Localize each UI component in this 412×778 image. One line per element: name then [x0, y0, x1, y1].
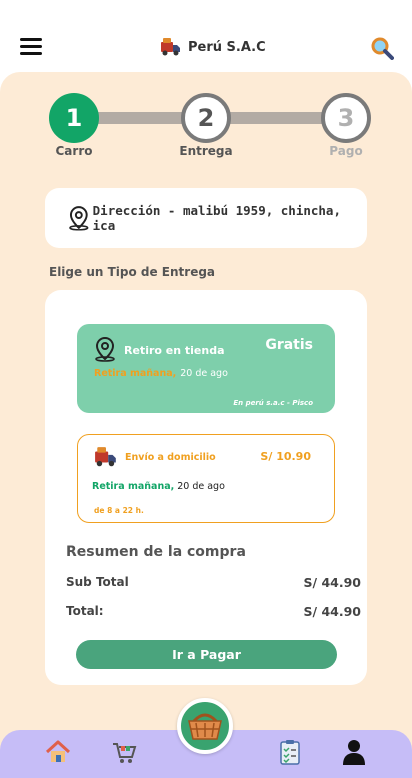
store-pickup-option[interactable]: Retiro en tienda Gratis Retira mañana, 20…: [77, 324, 335, 413]
delivery-truck-icon: [95, 447, 116, 467]
total-value: S/ 44.90: [303, 604, 361, 619]
step-2-label: Entrega: [179, 144, 233, 158]
address-card[interactable]: Dirección - malibú 1959, chincha, ica: [45, 188, 367, 248]
delivery-section-title: Elige un Tipo de Entrega: [49, 265, 216, 279]
home-delivery-when-label: Retira mañana,: [92, 481, 175, 492]
user-icon[interactable]: [340, 738, 368, 766]
step-3-circle[interactable]: 3: [321, 93, 371, 143]
step-3-number: 3: [337, 104, 355, 132]
home-delivery-option[interactable]: Envío a domicilio S/ 10.90 Retira mañana…: [77, 434, 335, 523]
shopping-cart-icon[interactable]: [110, 738, 138, 766]
step-3-label: Pago: [329, 144, 363, 158]
step-1-label: Carro: [55, 144, 93, 158]
location-pin-icon: [95, 336, 115, 362]
hamburger-icon[interactable]: [20, 38, 42, 55]
search-magnifier-icon[interactable]: [370, 36, 394, 60]
address-text: Dirección - malibú 1959, chincha, ica: [92, 203, 341, 233]
home-icon[interactable]: [44, 738, 72, 766]
home-delivery-when: Retira mañana, 20 de ago: [92, 481, 225, 492]
subtotal-value: S/ 44.90: [303, 575, 361, 590]
total-label: Total:: [66, 604, 104, 618]
store-pickup-price: Gratis: [265, 337, 313, 353]
home-delivery-price: S/ 10.90: [260, 450, 311, 463]
home-delivery-name: Envío a domicilio: [125, 452, 216, 463]
top-bar: Perú S.A.C: [0, 0, 412, 72]
pay-button[interactable]: Ir a Pagar: [76, 640, 337, 669]
step-1-circle[interactable]: 1: [49, 93, 99, 143]
store-pickup-location: En perú s.a.c - Pisco: [233, 399, 313, 407]
location-pin-icon: [69, 206, 89, 231]
step-1-number: 1: [65, 104, 83, 132]
home-delivery-when-date: 20 de ago: [177, 481, 225, 492]
step-2-circle[interactable]: 2: [181, 93, 231, 143]
basket-icon[interactable]: [177, 698, 233, 754]
store-pickup-when-date: 20 de ago: [180, 368, 228, 379]
stepper-line-2: [228, 112, 324, 124]
app-title: Perú S.A.C: [188, 39, 266, 55]
step-2-number: 2: [197, 104, 215, 132]
summary-title: Resumen de la compra: [66, 544, 246, 560]
store-pickup-when: Retira mañana, 20 de ago: [94, 368, 228, 379]
home-delivery-hours: de 8 a 22 h.: [94, 506, 144, 515]
subtotal-label: Sub Total: [66, 575, 129, 589]
brand: Perú S.A.C: [160, 36, 266, 58]
store-pickup-when-label: Retira mañana,: [94, 368, 177, 379]
delivery-truck-icon: [161, 38, 180, 56]
store-pickup-name: Retiro en tienda: [124, 344, 225, 357]
checklist-icon[interactable]: [276, 738, 304, 766]
app-root: Perú S.A.C 1 2 3 Carro Entrega Pago Dire…: [0, 0, 412, 778]
stepper-line-1: [98, 112, 186, 124]
